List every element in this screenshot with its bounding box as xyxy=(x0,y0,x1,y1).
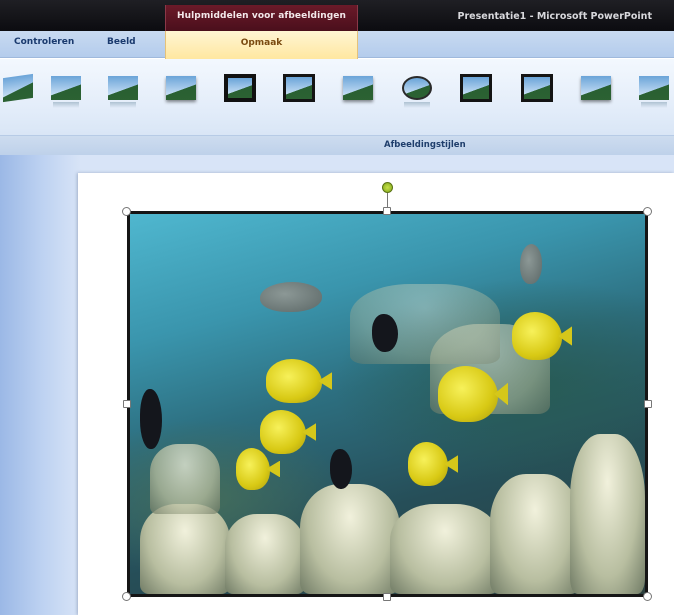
tab-controleren[interactable]: Controleren xyxy=(14,37,74,47)
picture-style-thumbnail xyxy=(460,74,492,102)
picture-style-black-shadow-frame[interactable] xyxy=(281,72,317,104)
yellow-tang-fish xyxy=(260,410,306,454)
picture-style-thumbnail xyxy=(283,74,315,102)
tab-beeld[interactable]: Beeld xyxy=(107,37,136,47)
tab-opmaak-label: Opmaak xyxy=(240,38,283,48)
coral-shape xyxy=(490,474,580,594)
coral-shape xyxy=(390,504,500,594)
coral-shape xyxy=(570,434,645,594)
contextual-tab-header-label: Hulpmiddelen voor afbeeldingen xyxy=(176,11,347,21)
picture-style-thumbnail xyxy=(108,76,138,100)
yellow-tang-fish xyxy=(236,448,270,490)
picture-style-thumbnail xyxy=(521,74,553,102)
selected-picture-underwater[interactable] xyxy=(127,211,648,597)
resize-handle-top[interactable] xyxy=(383,207,391,215)
coral-shape xyxy=(150,444,220,514)
picture-style-simple-frame[interactable] xyxy=(340,72,376,104)
group-label-afbeeldingstijlen: Afbeeldingstijlen xyxy=(384,140,466,150)
grey-fish xyxy=(260,282,322,312)
picture-style-thumbnail xyxy=(639,76,669,100)
rotate-handle[interactable] xyxy=(382,182,393,193)
picture-style-thumbnail xyxy=(51,76,81,100)
grey-fish xyxy=(520,244,542,284)
picture-style-thumbnail xyxy=(3,73,33,103)
yellow-tang-fish xyxy=(408,442,448,486)
picture-style-reflected-rounded[interactable] xyxy=(105,72,141,108)
coral-shape xyxy=(140,504,230,594)
title-bar: Hulpmiddelen voor afbeeldingen Presentat… xyxy=(0,0,674,31)
contextual-tab-header: Hulpmiddelen voor afbeeldingen xyxy=(165,5,358,31)
resize-handle-top-left[interactable] xyxy=(122,207,131,216)
dark-fish xyxy=(372,314,398,352)
resize-handle-right[interactable] xyxy=(644,400,652,408)
picture-style-thumbnail xyxy=(343,76,373,100)
resize-handle-bottom-left[interactable] xyxy=(122,592,131,601)
group-label-bar: Afbeeldingstijlen xyxy=(0,135,674,155)
resize-handle-bottom-right[interactable] xyxy=(643,592,652,601)
picture-style-thick-black-frame[interactable] xyxy=(222,72,258,104)
resize-handle-left[interactable] xyxy=(123,400,131,408)
picture-style-thumbnail xyxy=(224,74,256,102)
yellow-tang-fish xyxy=(266,359,322,403)
picture-style-soft-frame[interactable] xyxy=(578,72,614,104)
coral-shape xyxy=(225,514,305,594)
ribbon: Afbeeldingstijlen xyxy=(0,59,674,155)
picture-style-thumbnail xyxy=(581,76,611,100)
dark-fish xyxy=(140,389,162,449)
picture-style-thumbnail xyxy=(402,76,432,100)
picture-style-rotated[interactable] xyxy=(636,72,672,108)
resize-handle-bottom[interactable] xyxy=(383,593,391,601)
picture-style-metal-frame[interactable] xyxy=(458,72,494,104)
picture-style-soft-edge[interactable] xyxy=(163,72,199,104)
picture-style-tilted[interactable] xyxy=(0,72,36,104)
dark-fish xyxy=(330,449,352,489)
resize-handle-top-right[interactable] xyxy=(643,207,652,216)
picture-style-reflected[interactable] xyxy=(48,72,84,108)
picture-style-rounded-frame[interactable] xyxy=(519,72,555,104)
tab-opmaak[interactable]: Opmaak xyxy=(165,31,358,59)
coral-shape xyxy=(300,484,400,594)
picture-style-oval[interactable] xyxy=(399,72,435,108)
yellow-tang-fish xyxy=(512,312,562,360)
picture-style-thumbnail xyxy=(166,76,196,100)
window-title: Presentatie1 - Microsoft PowerPoint xyxy=(457,11,652,22)
